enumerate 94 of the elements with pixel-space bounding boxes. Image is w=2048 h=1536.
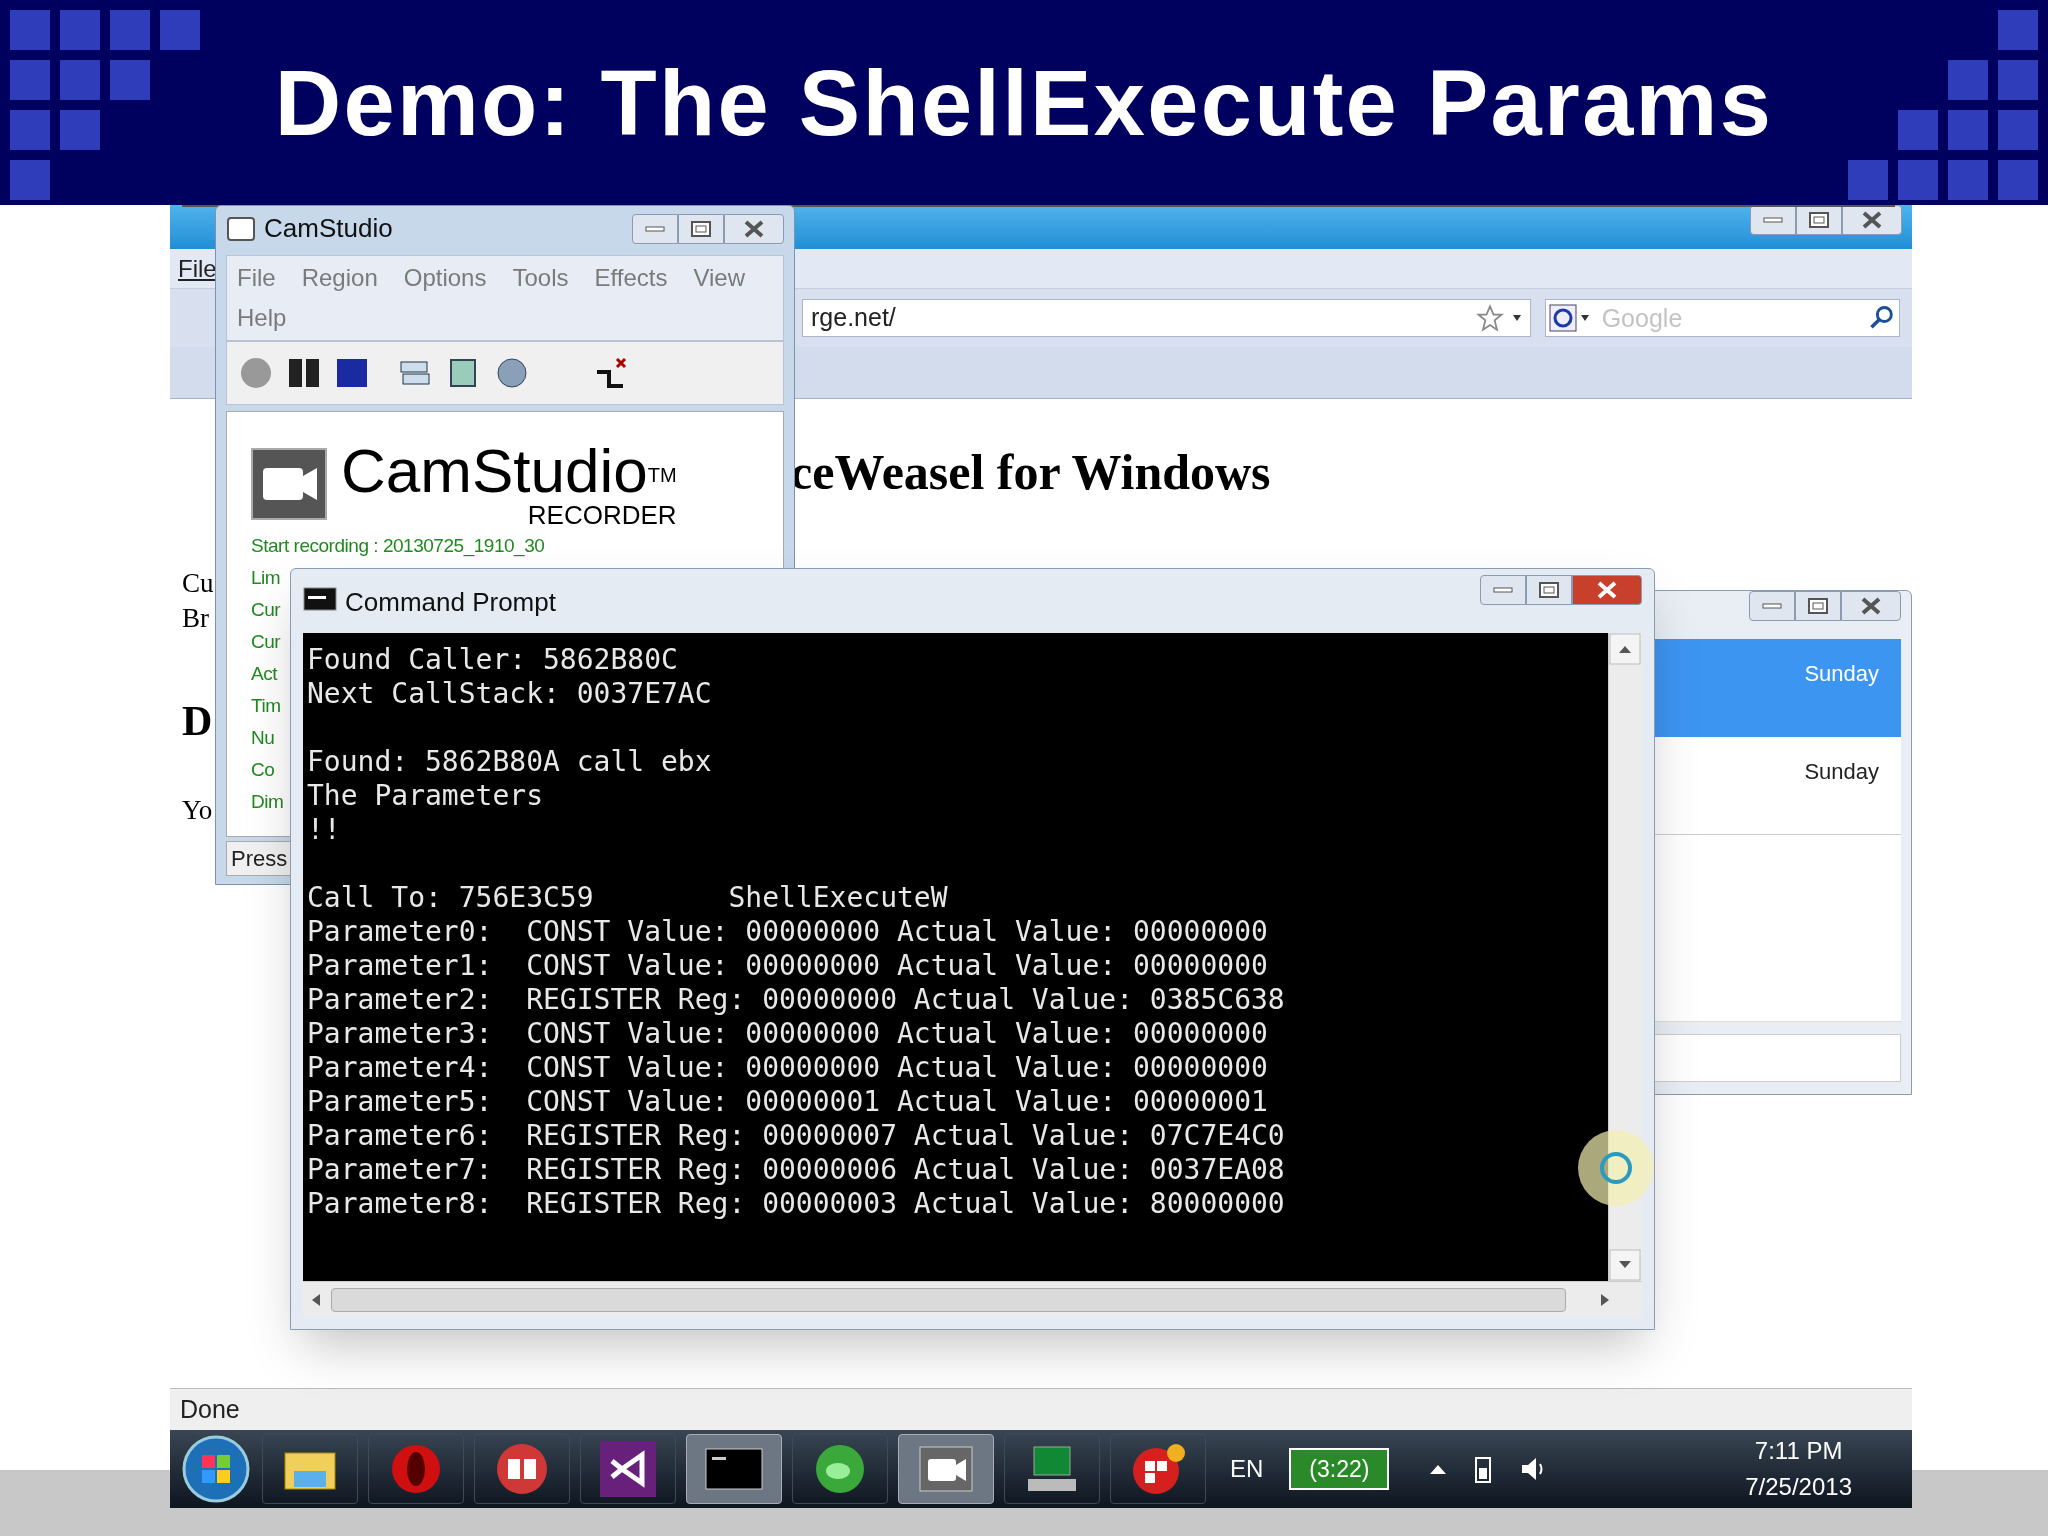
page-text: Cu (182, 567, 214, 600)
console-line: Next CallStack: 0037E7AC (307, 677, 713, 711)
maximize-button[interactable] (1796, 205, 1842, 235)
page-text: Br (182, 602, 209, 635)
status-line: Co (251, 758, 275, 782)
star-icon[interactable] (1475, 304, 1504, 332)
slide-title: Demo: The ShellExecute Params (274, 50, 1774, 156)
close-button[interactable] (1572, 575, 1642, 605)
scrollbar-thumb[interactable] (331, 1287, 1566, 1312)
maximize-icon[interactable] (1809, 212, 1829, 228)
battery-icon[interactable] (1473, 1454, 1494, 1484)
alert-icon[interactable] (1110, 1434, 1206, 1504)
status-line: Start recording : 20130725_1910_30 (251, 534, 545, 559)
minimize-icon[interactable] (1763, 216, 1783, 224)
console-line: !! (307, 813, 342, 847)
minimize-button[interactable] (1750, 205, 1796, 235)
status-line: Cur (251, 630, 281, 654)
close-button[interactable] (1841, 591, 1901, 621)
globe-icon[interactable] (792, 1434, 888, 1504)
stop-icon[interactable] (335, 356, 369, 390)
status-line: Tim (251, 694, 281, 718)
console-line: Parameter8: REGISTER Reg: 00000003 Actual Value: 80000000 (307, 1187, 1286, 1221)
close-icon[interactable] (743, 219, 765, 238)
menu-item[interactable]: File (237, 260, 276, 296)
maximize-button[interactable] (678, 213, 724, 244)
window-title: Command Prompt (345, 586, 557, 619)
menu-item[interactable]: File (178, 250, 217, 287)
address-field[interactable]: rge.net/ (802, 299, 1531, 337)
console-line: Parameter1: CONST Value: 00000000 Actual Value: 00000000 (307, 949, 1269, 983)
console-icon (303, 587, 337, 611)
console-line: Parameter7: REGISTER Reg: 00000006 Actual Value: 0037EA08 (307, 1153, 1286, 1187)
start-button[interactable] (180, 1433, 252, 1505)
dropdown-arrow-icon[interactable] (1511, 314, 1522, 322)
status-line: Nu (251, 726, 275, 750)
book-icon[interactable] (474, 1434, 570, 1504)
clock-date: 7/25/2013 (1745, 1472, 1852, 1502)
page-text: Yo (182, 794, 213, 827)
console-icon[interactable] (686, 1434, 782, 1504)
menu-item[interactable]: Tools (512, 260, 569, 296)
maximize-button[interactable] (1526, 575, 1572, 605)
status-line: Cur (251, 598, 281, 622)
console-line: The Parameters (307, 779, 544, 813)
status-bar: Done (170, 1388, 1912, 1430)
scroll-down-icon[interactable] (1609, 1249, 1641, 1281)
menu-item[interactable]: Region (301, 260, 378, 296)
maximize-icon[interactable] (1539, 582, 1559, 598)
console-line: Parameter5: CONST Value: 00000001 Actual Value: 00000001 (307, 1085, 1269, 1119)
app-logo-text: CamStudio$^{TM}$ (341, 440, 677, 502)
opera-icon[interactable] (368, 1434, 464, 1504)
console-line: Parameter6: REGISTER Reg: 00000007 Actual Value: 07C7E4C0 (307, 1119, 1286, 1153)
maximize-icon[interactable] (691, 220, 711, 237)
status-text: Press (231, 845, 288, 873)
console-line: Parameter2: REGISTER Reg: 00000000 Actual Value: 0385C638 (307, 983, 1286, 1017)
window-title: CamStudio (264, 212, 394, 245)
page-heading: ceWeasel for Windows (790, 443, 1271, 502)
console-line: Call To: 756E3C59 ShellExecuteW (307, 881, 949, 915)
console-line: Found: 5862B80A call ebx (307, 745, 713, 779)
search-field[interactable]: Google (1544, 299, 1900, 337)
maximize-icon[interactable] (1808, 598, 1828, 614)
close-icon[interactable] (1861, 211, 1883, 229)
status-line: Dim (251, 790, 284, 814)
console-line: Found Caller: 5862B80C (307, 643, 679, 677)
status-line: Lim (251, 566, 281, 590)
close-button[interactable] (1842, 205, 1902, 235)
window-icon (226, 215, 256, 242)
menu-item[interactable]: Help (237, 300, 287, 336)
close-button[interactable] (724, 213, 784, 244)
console-line: Parameter3: CONST Value: 00000000 Actual Value: 00000000 (307, 1017, 1269, 1051)
status-line: Act (251, 662, 278, 686)
camera-icon[interactable] (898, 1434, 994, 1504)
folder-icon[interactable] (262, 1434, 358, 1504)
menu-item[interactable]: View (693, 260, 745, 296)
pause-icon[interactable] (287, 356, 321, 390)
language-indicator[interactable]: EN (1230, 1451, 1264, 1487)
menu-item[interactable]: Options (403, 260, 487, 296)
minimize-icon[interactable] (645, 224, 665, 233)
minimize-icon[interactable] (1762, 602, 1782, 610)
close-icon[interactable] (1860, 597, 1882, 615)
page-text: D (182, 697, 213, 746)
camera-icon (251, 448, 327, 520)
clock-time: 7:11 PM (1754, 1436, 1843, 1466)
menu-item[interactable]: Effects (594, 260, 668, 296)
horizontal-scrollbar[interactable] (303, 1281, 1642, 1317)
console-line: Parameter4: CONST Value: 00000000 Actual Value: 00000000 (307, 1051, 1269, 1085)
show-hidden-icons-icon[interactable] (1429, 1463, 1448, 1475)
battery-indicator[interactable]: (3:22) (1289, 1448, 1390, 1490)
app-logo-subtitle: RECORDER (527, 502, 677, 528)
scroll-up-icon[interactable] (1609, 633, 1641, 665)
maximize-button[interactable] (1795, 591, 1841, 621)
clock[interactable]: 7:11 PM 7/25/2013 (1745, 1433, 1852, 1505)
minimize-icon[interactable] (1493, 586, 1513, 594)
monitor-icon[interactable] (1004, 1434, 1100, 1504)
visual-studio-icon[interactable] (580, 1434, 676, 1504)
console-line: Parameter0: CONST Value: 00000000 Actual Value: 00000000 (307, 915, 1269, 949)
